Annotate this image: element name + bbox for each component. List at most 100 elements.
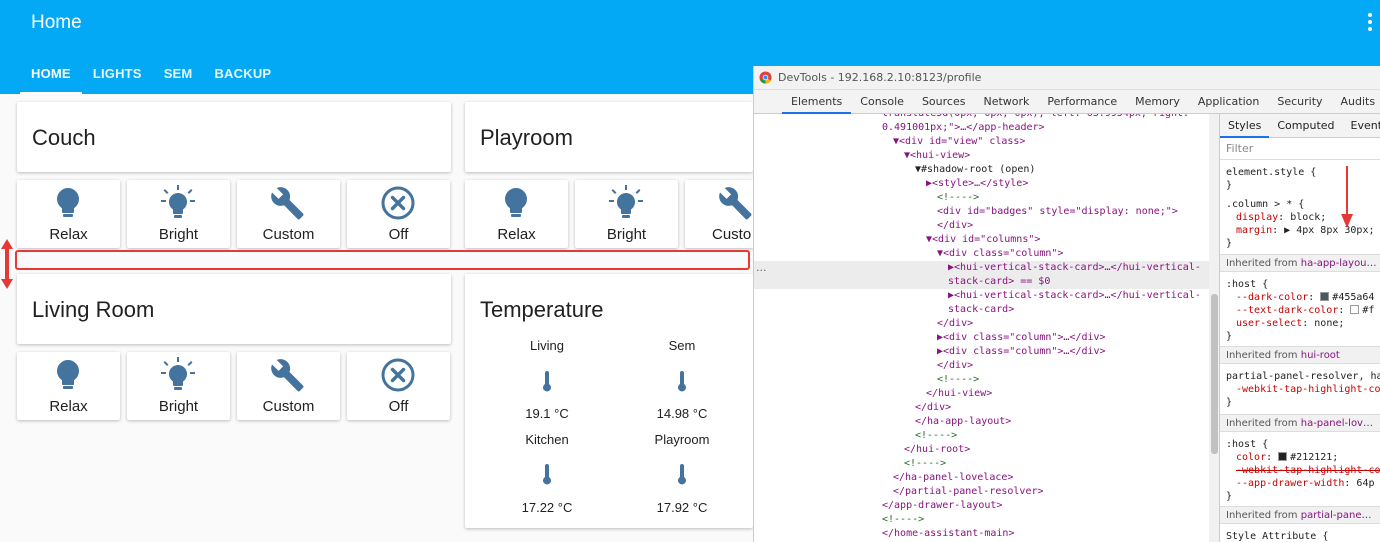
app-title: Home (31, 12, 82, 33)
tab-elements[interactable]: Elements (782, 90, 852, 114)
living-room-off-button[interactable]: Off (347, 352, 450, 420)
dom-node-line[interactable]: </ha-panel-lovelace> (754, 471, 1219, 485)
button-label: Relax (49, 398, 88, 415)
dom-node-line[interactable]: </div> (754, 359, 1219, 373)
tab-performance[interactable]: Performance (1038, 90, 1126, 114)
dom-tree[interactable]: translate3d(0px, 0px, 0px); left: 63.995… (754, 114, 1219, 542)
tab-computed[interactable]: Computed (1269, 114, 1342, 138)
dom-node-line[interactable]: </app-drawer-layout> (754, 499, 1219, 513)
element-style-selector: element.style { (1226, 167, 1317, 178)
tab-console[interactable]: Console (851, 90, 913, 114)
thermometer-icon[interactable] (540, 371, 554, 393)
scrollbar-thumb[interactable] (1211, 294, 1218, 454)
dom-node-line[interactable]: ▶<style>…</style> (754, 177, 1219, 191)
dom-node-line[interactable]: </div> (754, 219, 1219, 233)
dom-node-line[interactable]: ▶<div class="column">…</div> (754, 331, 1219, 345)
host-selector: :host { (1226, 439, 1269, 450)
more-actions-icon[interactable]: ··· (756, 264, 767, 277)
dom-node-line[interactable]: </hui-view> (754, 387, 1219, 401)
playroom-custom-button[interactable]: Custo (685, 180, 753, 248)
devtools-title: DevTools - 192.168.2.10:8123/profile (778, 71, 982, 84)
close-circle-icon (381, 186, 415, 220)
button-label: Bright (158, 398, 199, 415)
inherited-header: Inherited from partial-pane… (1220, 506, 1380, 524)
dom-node-line[interactable]: 0.491001px;">…</app-header> (754, 121, 1219, 135)
thermometer-icon[interactable] (675, 371, 689, 393)
css-declaration[interactable]: --dark-color: #455a64 (1236, 291, 1374, 304)
tab-network[interactable]: Network (974, 90, 1038, 114)
couch-custom-button[interactable]: Custom (237, 180, 340, 248)
dom-node-line[interactable]: </home-assistant-main> (754, 527, 1219, 541)
playroom-bright-button[interactable]: Bright (575, 180, 678, 248)
wrench-icon (271, 359, 304, 392)
couch-bright-button[interactable]: Bright (127, 180, 230, 248)
color-swatch[interactable] (1278, 452, 1288, 461)
dom-node-line[interactable]: </div> (754, 401, 1219, 415)
dom-node-line[interactable]: <!----> (754, 429, 1219, 443)
couch-off-button[interactable]: Off (347, 180, 450, 248)
close-circle-icon (381, 358, 415, 392)
dom-node-line[interactable]: <!----> (754, 513, 1219, 527)
lightbulb-icon (57, 360, 79, 389)
dom-node-line[interactable]: ▶<div class="column">…</div> (754, 345, 1219, 359)
tab-sources[interactable]: Sources (913, 90, 975, 114)
css-declaration[interactable]: -webkit-tap-highlight-co (1236, 383, 1380, 396)
css-declaration[interactable]: user-select: none; (1236, 317, 1344, 330)
dom-node-line[interactable]: </ha-app-layout> (754, 415, 1219, 429)
tab-event-listeners[interactable]: Event Li (1343, 114, 1380, 138)
css-declaration-overridden[interactable]: -webkit-tap-highlight-co (1236, 464, 1380, 477)
dom-node-line[interactable]: </partial-panel-resolver> (754, 485, 1219, 499)
living-room-bright-button[interactable]: Bright (127, 352, 230, 420)
css-declaration[interactable]: color: #212121; (1236, 451, 1338, 464)
chrome-logo-icon (759, 71, 772, 84)
playroom-relax-button[interactable]: Relax (465, 180, 568, 248)
tab-application[interactable]: Application (1189, 90, 1268, 114)
dom-node-line[interactable]: ▶<hui-vertical-stack-card>…</hui-vertica… (754, 289, 1219, 303)
dom-node-line[interactable]: <!----> (754, 191, 1219, 205)
css-declaration[interactable]: display: block; (1236, 211, 1326, 224)
dom-scrollbar[interactable] (1209, 114, 1219, 542)
tab-security[interactable]: Security (1268, 90, 1331, 114)
dom-node-line[interactable]: </div> (754, 317, 1219, 331)
dom-node-line[interactable]: ▼<div id="view" class> (754, 135, 1219, 149)
button-label: Off (388, 398, 409, 415)
dom-node-line[interactable]: stack-card> (754, 303, 1219, 317)
dom-node-line[interactable]: <!----> (754, 457, 1219, 471)
rule-close: } (1226, 180, 1233, 191)
button-label: Custo (712, 226, 752, 243)
dom-node-line[interactable]: translate3d(0px, 0px, 0px); left: 63.995… (754, 114, 1219, 121)
dom-node-line[interactable]: stack-card> == $0 (754, 275, 1219, 289)
couch-title-card: Couch (17, 102, 451, 172)
dom-node-line[interactable]: <div id="badges" style="display: none;"> (754, 205, 1219, 219)
tab-home[interactable]: HOME (20, 62, 82, 94)
dom-node-line[interactable]: ▼<div id="columns"> (754, 233, 1219, 247)
color-swatch[interactable] (1350, 305, 1360, 314)
color-swatch[interactable] (1320, 292, 1330, 301)
dom-node-line[interactable]: </hui-root> (754, 443, 1219, 457)
ppr-selector: partial-panel-resolver, ha (1226, 371, 1380, 382)
dom-node-line[interactable]: ▶<hui-vertical-stack-card>…</hui-vertica… (754, 261, 1219, 275)
column-rule-selector: .column > * { (1226, 199, 1305, 210)
more-options-icon[interactable] (1364, 10, 1376, 36)
thermometer-icon[interactable] (540, 464, 554, 486)
tab-memory[interactable]: Memory (1126, 90, 1189, 114)
view-tabs: HOME LIGHTS SEM BACKUP (20, 62, 282, 94)
tab-audits[interactable]: Audits (1332, 90, 1380, 114)
tab-lights[interactable]: LIGHTS (82, 62, 153, 94)
arrow-down-icon (1341, 166, 1353, 228)
living-room-relax-button[interactable]: Relax (17, 352, 120, 420)
living-room-custom-button[interactable]: Custom (237, 352, 340, 420)
dom-node-line[interactable]: <!----> (754, 373, 1219, 387)
css-declaration[interactable]: --app-drawer-width: 64p (1236, 477, 1374, 490)
css-declaration[interactable]: --text-dark-color: #f (1236, 304, 1374, 317)
dom-node-line[interactable]: ▼<div class="column"> (754, 247, 1219, 261)
dom-node-line[interactable]: ▼<hui-view> (754, 149, 1219, 163)
tab-sem[interactable]: SEM (153, 62, 204, 94)
dom-node-line[interactable]: ▼#shadow-root (open) (754, 163, 1219, 177)
styles-filter-input[interactable]: Filter (1220, 138, 1380, 160)
tab-styles[interactable]: Styles (1220, 114, 1270, 138)
couch-relax-button[interactable]: Relax (17, 180, 120, 248)
thermometer-icon[interactable] (675, 464, 689, 486)
tab-backup[interactable]: BACKUP (203, 62, 282, 94)
sensor-value: 17.22 °C (521, 500, 573, 515)
